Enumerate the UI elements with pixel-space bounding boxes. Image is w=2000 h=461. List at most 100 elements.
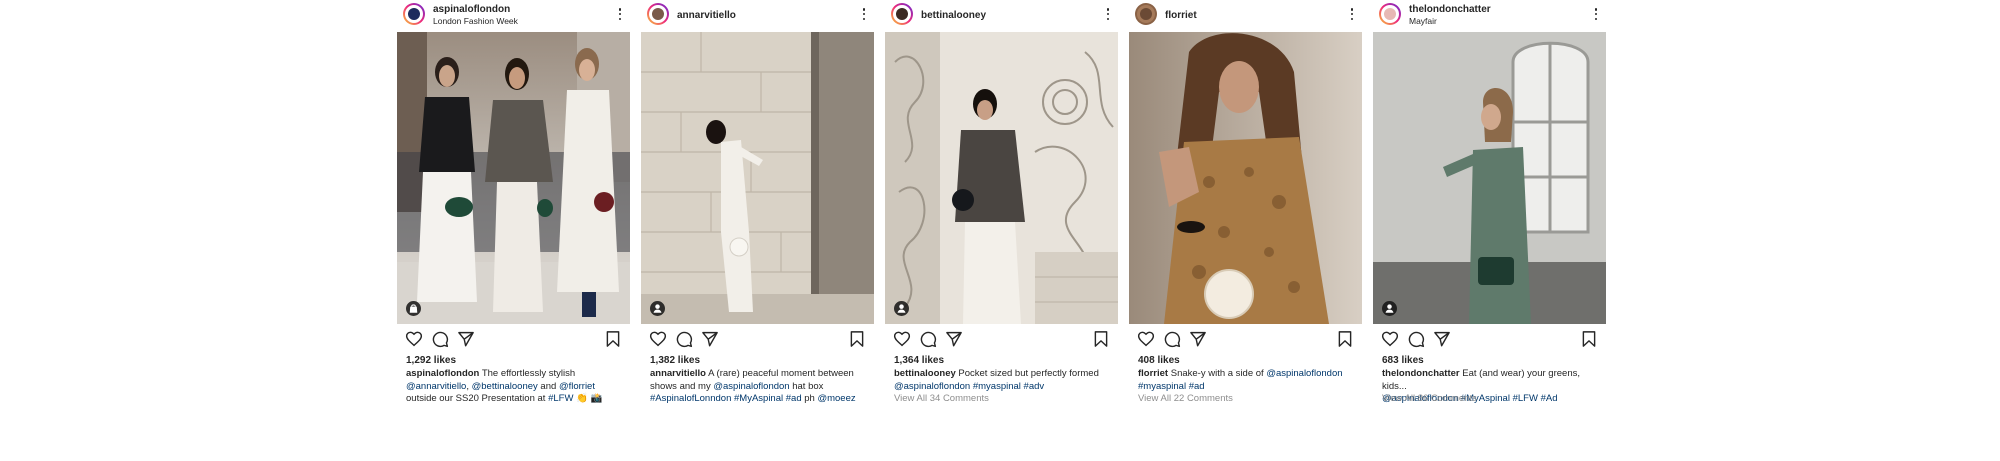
caption-text: Pocket sized but perfectly formed [955,368,1099,379]
caption-text: outside our SS20 Presentation at [406,393,549,404]
bookmark-icon[interactable] [604,330,622,348]
comment-icon[interactable] [1163,330,1181,348]
username[interactable]: aspinaloflondon [433,4,510,15]
more-options-icon[interactable] [618,8,622,22]
hashtag-link[interactable]: #Ad [1541,393,1558,404]
post-card: florriet 408 likes florriet Snake-y with… [1129,0,1362,420]
caption-text: ph [801,393,818,404]
view-comments-link[interactable]: View All 34 Comments [894,393,989,404]
bookmark-icon[interactable] [1580,330,1598,348]
caption-text: Snake-y with a side of [1168,368,1267,379]
hashtag-link[interactable]: #MyAspinal [734,393,783,404]
avatar[interactable] [1379,3,1401,25]
view-comments-link[interactable]: View All 22 Comments [1138,393,1233,404]
more-options-icon[interactable] [1106,8,1110,22]
mention-link[interactable]: @aspinaloflondon [894,381,970,392]
post-photo[interactable] [1373,32,1606,324]
heart-icon[interactable] [1137,330,1155,348]
username[interactable]: annarvitiello [677,10,736,21]
bookmark-icon[interactable] [1092,330,1110,348]
more-options-icon[interactable] [862,8,866,22]
send-icon[interactable] [945,330,963,348]
mention-link[interactable]: @bettinalooney [472,381,538,392]
username[interactable]: bettinalooney [921,10,986,21]
post-photo[interactable] [885,32,1118,324]
post-card: bettinalooney 1,364 likes bettinalooney … [885,0,1118,420]
like-count[interactable]: 683 likes [1382,355,1424,366]
post-header: aspinaloflondon London Fashion Week [397,0,630,32]
location[interactable]: Mayfair [1409,16,1437,26]
user-tag-icon[interactable] [650,301,665,316]
comment-icon[interactable] [1407,330,1425,348]
comment-icon[interactable] [919,330,937,348]
send-icon[interactable] [1433,330,1451,348]
comment-icon[interactable] [675,330,693,348]
mention-link[interactable]: @moeez [817,393,855,404]
post-caption: florriet Snake-y with a side of @aspinal… [1138,368,1356,393]
like-count[interactable]: 1,364 likes [894,355,944,366]
bookmark-icon[interactable] [1336,330,1354,348]
view-comments-link[interactable]: View All 86 Comments [1382,393,1477,404]
like-count[interactable]: 1,382 likes [650,355,700,366]
more-options-icon[interactable] [1350,8,1354,22]
action-bar [397,330,630,350]
user-tag-icon[interactable] [1382,301,1397,316]
avatar[interactable] [403,3,425,25]
like-count[interactable]: 1,292 likes [406,355,456,366]
caption-username[interactable]: bettinalooney [894,368,956,379]
caption-username[interactable]: annarvitiello [650,368,706,379]
mention-link[interactable]: @florriet [559,381,595,392]
send-icon[interactable] [1189,330,1207,348]
action-bar [885,330,1118,350]
caption-username[interactable]: aspinaloflondon [406,368,479,379]
avatar[interactable] [647,3,669,25]
comment-icon[interactable] [431,330,449,348]
send-icon[interactable] [457,330,475,348]
heart-icon[interactable] [405,330,423,348]
like-count[interactable]: 408 likes [1138,355,1180,366]
hashtag-link[interactable]: #myaspinal [1138,381,1186,392]
hashtag-link[interactable]: #LFW [548,393,573,404]
post-header: florriet [1129,0,1362,32]
post-header: annarvitiello [641,0,874,32]
caption-text: and [537,380,559,392]
more-options-icon[interactable] [1594,8,1598,22]
username[interactable]: thelondonchatter [1409,4,1491,15]
hashtag-link[interactable]: #ad [1189,381,1205,392]
post-photo[interactable] [641,32,874,324]
caption-username[interactable]: thelondonchatter [1382,368,1460,379]
post-card: aspinaloflondon London Fashion Week 1,29… [397,0,630,420]
mention-link[interactable]: @annarvitiello [406,381,466,392]
action-bar [1373,330,1606,350]
caption-username[interactable]: florriet [1138,368,1168,379]
hashtag-link[interactable]: #ad [786,393,802,404]
user-tag-icon[interactable] [894,301,909,316]
post-card: annarvitiello 1,382 likes annarvitiello … [641,0,874,420]
bookmark-icon[interactable] [848,330,866,348]
post-header: bettinalooney [885,0,1118,32]
heart-icon[interactable] [649,330,667,348]
heart-icon[interactable] [1381,330,1399,348]
mention-link[interactable]: @aspinaloflondon [713,381,789,392]
post-caption: aspinaloflondon The effortlessly stylish… [406,368,624,406]
post-photo[interactable] [397,32,630,324]
avatar[interactable] [1135,3,1157,25]
post-photo[interactable] [1129,32,1362,324]
caption-text: hat box [789,380,824,392]
hashtag-link[interactable]: #LFW [1513,393,1538,404]
post-caption: bettinalooney Pocket sized but perfectly… [894,368,1112,393]
hashtag-link[interactable]: #AspinalofLonndon [650,393,731,404]
action-bar [1129,330,1362,350]
location[interactable]: London Fashion Week [433,16,518,26]
action-bar [641,330,874,350]
send-icon[interactable] [701,330,719,348]
post-card: thelondonchatter Mayfair 683 likes thelo… [1373,0,1606,420]
bag-icon[interactable] [406,301,421,316]
hashtag-link[interactable]: #myaspinal [973,381,1021,392]
heart-icon[interactable] [893,330,911,348]
mention-link[interactable]: @aspinaloflondon [1266,368,1342,379]
username[interactable]: florriet [1165,10,1197,21]
avatar[interactable] [891,3,913,25]
caption-emoji: 👏 📸 [573,393,603,404]
hashtag-link[interactable]: #adv [1024,381,1045,392]
